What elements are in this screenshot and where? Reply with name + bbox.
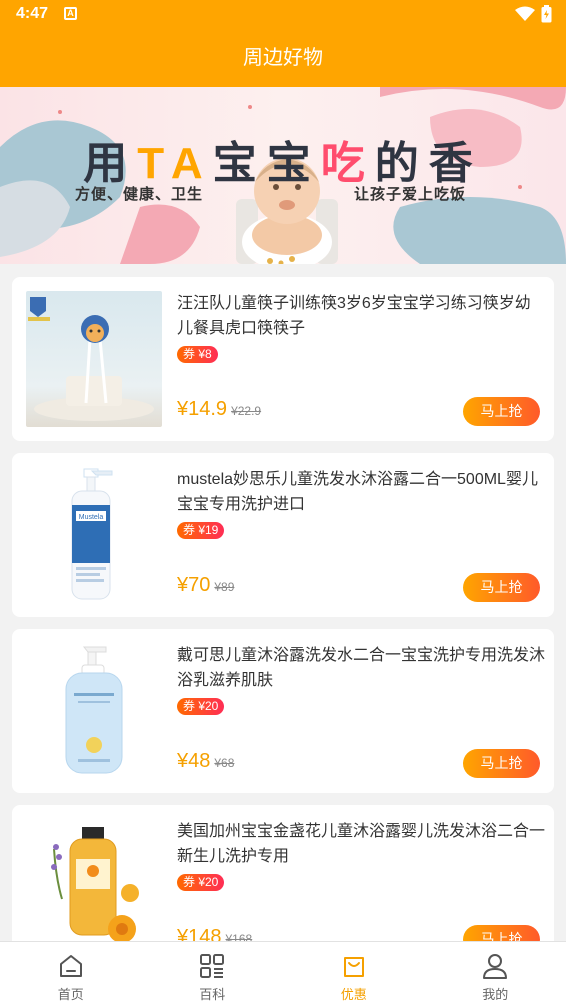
product-image-mustela-bottle[interactable]: Mustela: [26, 467, 162, 603]
original-price: ¥68: [214, 756, 235, 770]
svg-text:Mustela: Mustela: [79, 514, 104, 521]
product-card[interactable]: 戴可思儿童沐浴露洗发水二合一宝宝洗护专用洗发沐浴乳滋养肌肤 券 ¥20 ¥48 ¥…: [12, 629, 554, 793]
status-time: 4:47: [16, 5, 49, 22]
user-icon: [483, 954, 508, 979]
notification-icon: A: [64, 7, 77, 20]
product-title[interactable]: 美国加州宝宝金盏花儿童沐浴露婴儿洗发沐浴二合一新生儿洗护专用: [177, 819, 545, 871]
tab-label: 百科: [199, 987, 226, 1002]
banner-title-char: 用: [83, 139, 138, 188]
banner-subtitle-right: 让孩子爱上吃饭: [354, 186, 467, 203]
product-card[interactable]: Mustela mustela妙思乐儿童洗发水沐浴露二合一500ML婴儿宝宝专用…: [12, 453, 554, 617]
tab-label: 首页: [57, 987, 84, 1002]
product-title[interactable]: mustela妙思乐儿童洗发水沐浴露二合一500ML婴儿宝宝专用洗护进口: [177, 467, 545, 519]
banner-title-char: 宝: [212, 139, 267, 188]
banner-title-char: T: [137, 139, 171, 188]
current-price: ¥70: [177, 574, 211, 596]
tab-home[interactable]: 首页: [0, 942, 142, 1008]
banner-subtitle-left: 方便、健康、卫生: [75, 186, 204, 203]
shopping-bag-icon: [343, 957, 364, 977]
bottom-tab-bar: 首页 百科 优惠 我的: [0, 941, 566, 1008]
tab-discounts[interactable]: 优惠: [283, 942, 425, 1008]
original-price: ¥22.9: [231, 404, 262, 418]
current-price: ¥14.9: [177, 398, 228, 420]
banner-title-char: 的: [374, 139, 429, 188]
status-bar: 4:47 A: [0, 0, 566, 30]
grid-icon: [200, 954, 225, 978]
wifi-icon: [515, 6, 535, 21]
tab-profile[interactable]: 我的: [425, 942, 566, 1008]
product-image-calendula-bottle[interactable]: [26, 819, 162, 955]
current-price: ¥48: [177, 750, 211, 772]
product-price: ¥48 ¥68: [177, 750, 234, 773]
product-card[interactable]: 汪汪队儿童筷子训练筷3岁6岁宝宝学习练习筷岁幼儿餐具虎口筷筷子 券 ¥8 ¥14…: [12, 277, 554, 441]
coupon-badge: 券 ¥20: [177, 698, 225, 715]
buy-now-button[interactable]: 马上抢: [463, 749, 540, 778]
tab-label: 我的: [482, 987, 509, 1002]
status-icons: [515, 5, 552, 23]
banner-title-char: A: [170, 139, 213, 188]
tab-label: 优惠: [340, 987, 367, 1002]
product-image-blue-bottle[interactable]: [26, 643, 162, 779]
product-image-chopsticks[interactable]: [26, 291, 162, 427]
product-price: ¥14.9 ¥22.9: [177, 398, 261, 421]
product-title[interactable]: 汪汪队儿童筷子训练筷3岁6岁宝宝学习练习筷岁幼儿餐具虎口筷筷子: [177, 291, 545, 343]
banner-title-char: 宝: [266, 139, 321, 188]
banner-title-char: 香: [428, 139, 483, 188]
product-title[interactable]: 戴可思儿童沐浴露洗发水二合一宝宝洗护专用洗发沐浴乳滋养肌肤: [177, 643, 545, 695]
page-title: 周边好物: [0, 30, 566, 87]
battery-icon: [541, 5, 552, 23]
home-icon: [59, 955, 82, 977]
coupon-badge: 券 ¥20: [177, 874, 225, 891]
banner-title: 用TA宝宝吃的香: [0, 127, 566, 191]
buy-now-button[interactable]: 马上抢: [463, 573, 540, 602]
original-price: ¥89: [214, 580, 235, 594]
promo-banner[interactable]: 用TA宝宝吃的香 方便、健康、卫生 让孩子爱上吃饭: [0, 87, 566, 264]
coupon-badge: 券 ¥19: [177, 522, 225, 539]
product-price: ¥70 ¥89: [177, 574, 234, 597]
tab-encyclopedia[interactable]: 百科: [142, 942, 284, 1008]
banner-title-char: 吃: [320, 139, 375, 188]
coupon-badge: 券 ¥8: [177, 346, 218, 363]
buy-now-button[interactable]: 马上抢: [463, 397, 540, 426]
